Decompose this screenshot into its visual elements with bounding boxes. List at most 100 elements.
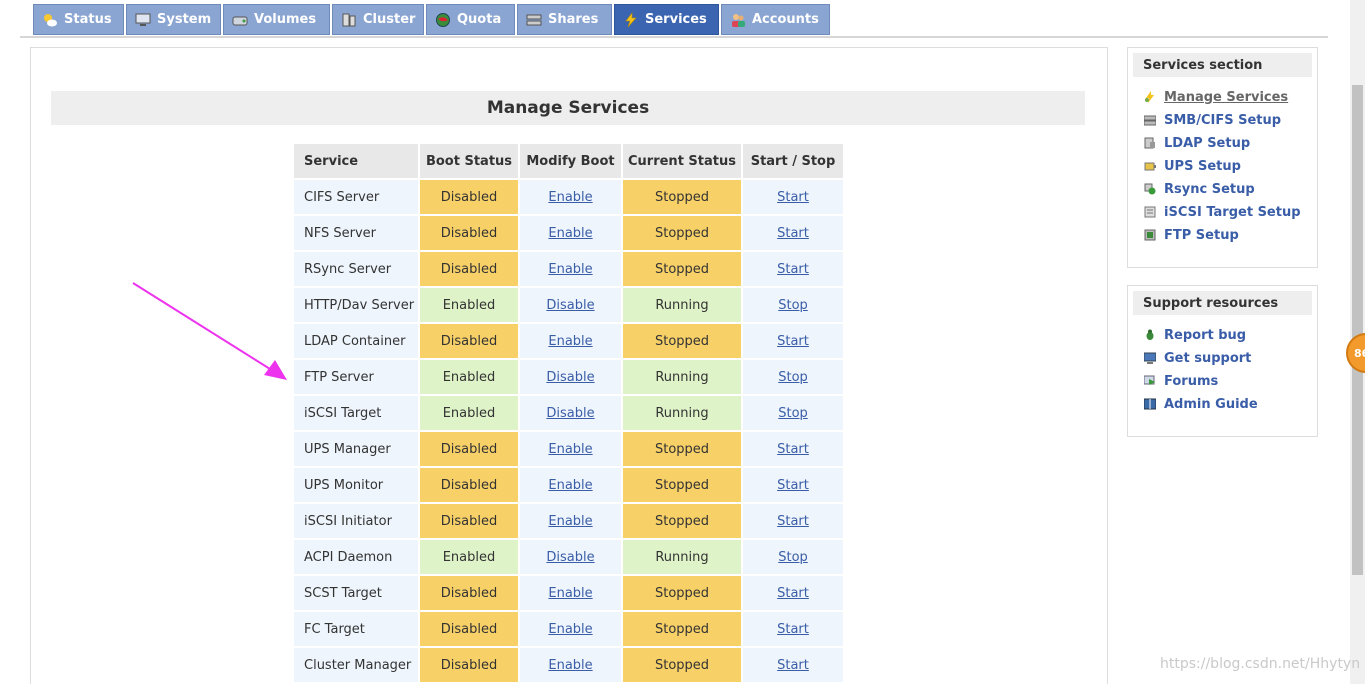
table-row: FTP Server Enabled Disable Running Stop [294, 360, 843, 394]
start-stop-cell: Start [743, 576, 843, 610]
tab-label: Shares [548, 12, 599, 27]
sidebar-item-manage-services[interactable]: Manage Services [1144, 88, 1288, 106]
tab-volumes[interactable]: Volumes [223, 4, 330, 35]
tab-accounts[interactable]: Accounts [721, 4, 830, 35]
servers-icon [341, 12, 357, 28]
sidebar-item-report-bug[interactable]: Report bug [1144, 326, 1246, 344]
modify-boot-cell: Disable [520, 360, 621, 394]
sidebar-link[interactable]: iSCSI Target Setup [1164, 205, 1301, 220]
tab-cluster[interactable]: Cluster [332, 4, 424, 35]
monitor-icon [135, 12, 151, 28]
table-row: UPS Monitor Disabled Enable Stopped Start [294, 468, 843, 502]
start-stop-link[interactable]: Start [777, 514, 809, 529]
start-stop-cell: Stop [743, 396, 843, 430]
header-current-status: Current Status [623, 144, 741, 178]
sidebar-link[interactable]: UPS Setup [1164, 159, 1241, 174]
boot-status: Disabled [420, 576, 518, 610]
start-stop-link[interactable]: Stop [778, 550, 808, 565]
modify-boot-link[interactable]: Enable [548, 622, 592, 637]
sidebar-link[interactable]: Admin Guide [1164, 397, 1258, 412]
sidebar-link[interactable]: Forums [1164, 374, 1218, 389]
sidebar-item-forums[interactable]: Forums [1144, 372, 1218, 390]
sync-icon [1144, 183, 1156, 195]
modify-boot-link[interactable]: Disable [546, 550, 594, 565]
sidebar-item-admin-guide[interactable]: Admin Guide [1144, 395, 1258, 413]
modify-boot-link[interactable]: Enable [548, 190, 592, 205]
start-stop-link[interactable]: Start [777, 334, 809, 349]
table-row: SCST Target Disabled Enable Stopped Start [294, 576, 843, 610]
start-stop-link[interactable]: Start [777, 190, 809, 205]
modify-boot-cell: Enable [520, 612, 621, 646]
sidebar-item-ldap-setup[interactable]: LDAP Setup [1144, 134, 1250, 152]
sidebar-link[interactable]: Manage Services [1164, 90, 1288, 105]
modify-boot-link[interactable]: Enable [548, 262, 592, 277]
start-stop-link[interactable]: Start [777, 442, 809, 457]
current-status: Stopped [623, 216, 741, 250]
modify-boot-link[interactable]: Enable [548, 478, 592, 493]
start-stop-link[interactable]: Start [777, 622, 809, 637]
book-icon [1144, 137, 1156, 149]
modify-boot-link[interactable]: Enable [548, 658, 592, 673]
current-status: Stopped [623, 432, 741, 466]
sidebar-item-ups-setup[interactable]: UPS Setup [1144, 157, 1241, 175]
forum-icon [1144, 375, 1156, 387]
users-icon [730, 12, 746, 28]
service-name: UPS Manager [294, 432, 418, 466]
current-status: Stopped [623, 576, 741, 610]
sidebar-item-rsync-setup[interactable]: Rsync Setup [1144, 180, 1255, 198]
start-stop-link[interactable]: Stop [778, 298, 808, 313]
tab-label: Status [64, 12, 112, 27]
tab-label: Services [645, 12, 707, 27]
modify-boot-cell: Enable [520, 252, 621, 286]
modify-boot-cell: Enable [520, 324, 621, 358]
tab-status[interactable]: Status [33, 4, 124, 35]
sidebar-link[interactable]: Rsync Setup [1164, 182, 1255, 197]
sidebar-link[interactable]: Report bug [1164, 328, 1246, 343]
boot-status: Enabled [420, 360, 518, 394]
start-stop-link[interactable]: Start [777, 226, 809, 241]
start-stop-link[interactable]: Stop [778, 406, 808, 421]
start-stop-cell: Start [743, 324, 843, 358]
sidebar-item-ftp-setup[interactable]: FTP Setup [1144, 226, 1239, 244]
boot-status: Enabled [420, 288, 518, 322]
table-row: iSCSI Target Enabled Disable Running Stop [294, 396, 843, 430]
modify-boot-link[interactable]: Enable [548, 586, 592, 601]
support-resources-title: Support resources [1133, 291, 1312, 315]
boot-status: Disabled [420, 324, 518, 358]
disk-icon [232, 12, 248, 28]
guide-icon [1144, 398, 1156, 410]
boot-status: Disabled [420, 504, 518, 538]
start-stop-link[interactable]: Start [777, 478, 809, 493]
sidebar-link[interactable]: FTP Setup [1164, 228, 1239, 243]
sidebar-link[interactable]: SMB/CIFS Setup [1164, 113, 1281, 128]
modify-boot-link[interactable]: Enable [548, 334, 592, 349]
target-icon [1144, 206, 1156, 218]
table-row: Cluster Manager Disabled Enable Stopped Star… [294, 648, 843, 682]
modify-boot-link[interactable]: Disable [546, 298, 594, 313]
start-stop-link[interactable]: Start [777, 586, 809, 601]
start-stop-link[interactable]: Start [777, 262, 809, 277]
sidebar-item-iscsi-target-setup[interactable]: iSCSI Target Setup [1144, 203, 1301, 221]
modify-boot-link[interactable]: Disable [546, 406, 594, 421]
modify-boot-cell: Enable [520, 180, 621, 214]
boot-status: Disabled [420, 252, 518, 286]
tab-system[interactable]: System [126, 4, 221, 35]
modify-boot-link[interactable]: Enable [548, 514, 592, 529]
scrollbar-thumb[interactable] [1352, 85, 1363, 575]
table-row: CIFS Server Disabled Enable Stopped Start [294, 180, 843, 214]
sidebar-item-smb-cifs-setup[interactable]: SMB/CIFS Setup [1144, 111, 1281, 129]
sidebar-link[interactable]: LDAP Setup [1164, 136, 1250, 151]
modify-boot-link[interactable]: Disable [546, 370, 594, 385]
sidebar-link[interactable]: Get support [1164, 351, 1251, 366]
modify-boot-link[interactable]: Enable [548, 226, 592, 241]
tab-quota[interactable]: Quota [426, 4, 515, 35]
tab-services[interactable]: Services [614, 4, 719, 35]
boot-status: Disabled [420, 180, 518, 214]
modify-boot-link[interactable]: Enable [548, 442, 592, 457]
modify-boot-cell: Disable [520, 288, 621, 322]
tab-shares[interactable]: Shares [517, 4, 612, 35]
start-stop-link[interactable]: Start [777, 658, 809, 673]
service-name: HTTP/Dav Server [294, 288, 418, 322]
start-stop-link[interactable]: Stop [778, 370, 808, 385]
sidebar-item-get-support[interactable]: Get support [1144, 349, 1251, 367]
